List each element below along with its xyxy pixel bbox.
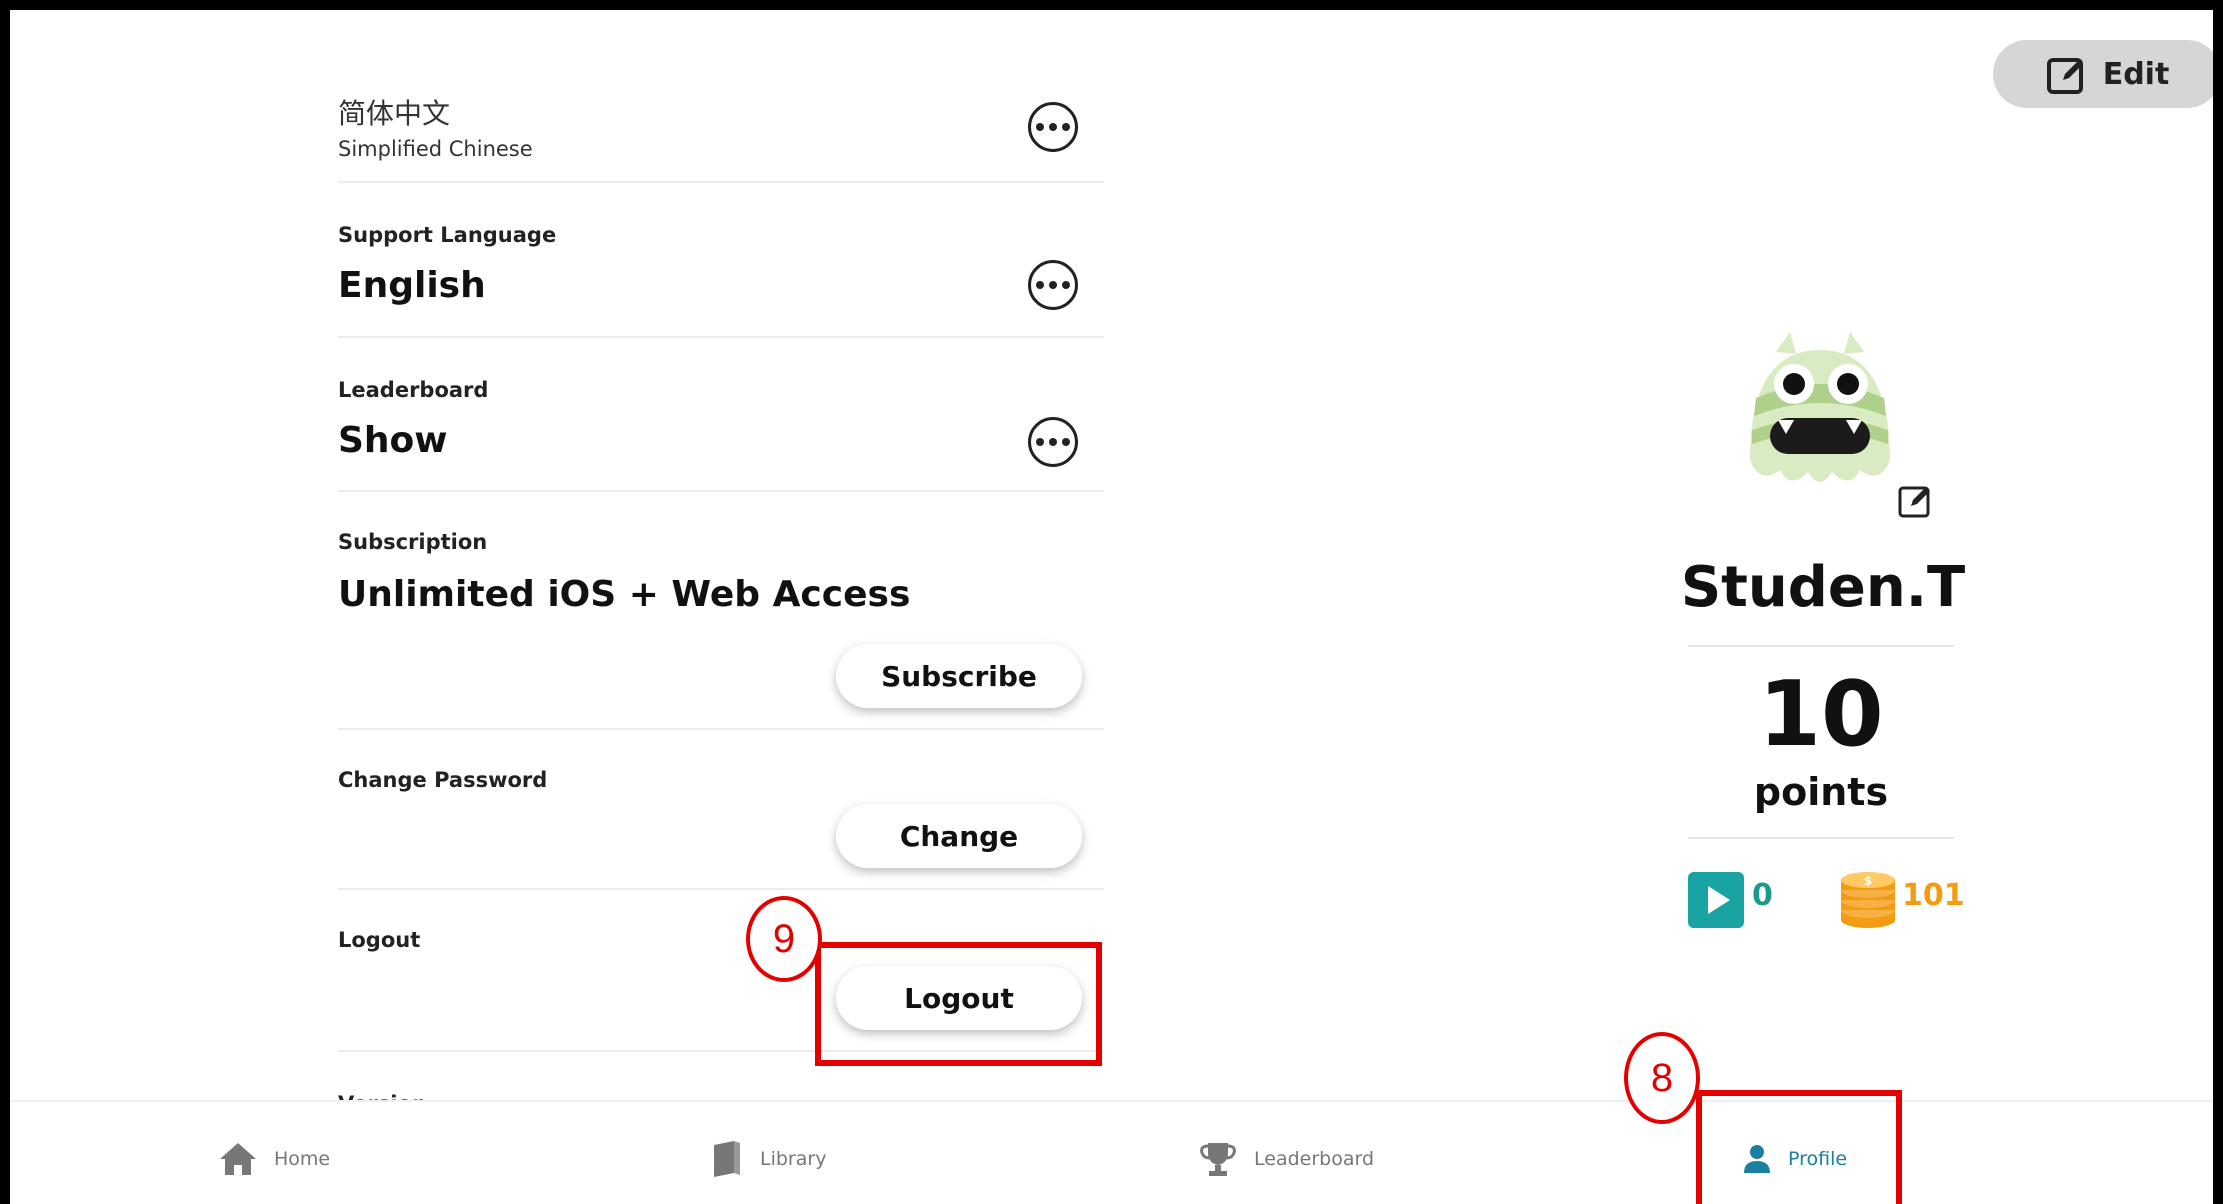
setting-subscription: Subscription Unlimited iOS + Web Access … <box>338 492 1104 730</box>
change-button[interactable]: Change <box>836 804 1082 868</box>
subscribe-button[interactable]: Subscribe <box>836 644 1082 708</box>
change-password-label: Change Password <box>338 768 548 792</box>
language-sub: Simplified Chinese <box>338 137 533 161</box>
annotation-box-logout <box>815 942 1102 1066</box>
setting-change-password: Change Password Change <box>338 730 1104 890</box>
username: Studen.T <box>1680 555 1966 620</box>
trophy-icon <box>1200 1143 1236 1176</box>
support-language-label: Support Language <box>338 223 557 247</box>
nav-leaderboard[interactable]: Leaderboard <box>1198 1102 1374 1204</box>
points-label: points <box>1753 770 1889 814</box>
nav-home[interactable]: Home <box>218 1102 330 1204</box>
points-value: 10 <box>1758 662 1884 767</box>
play-icon <box>1688 872 1744 928</box>
pencil-square-icon <box>1898 486 1930 518</box>
nav-library-label: Library <box>760 1148 827 1170</box>
nav-leaderboard-label: Leaderboard <box>1254 1148 1375 1170</box>
book-icon <box>714 1141 740 1177</box>
setting-language: 简体中文 Simplified Chinese <box>338 10 1104 183</box>
logout-label: Logout <box>338 928 421 952</box>
edit-button[interactable]: Edit <box>1993 40 2213 108</box>
leaderboard-more-button[interactable] <box>1028 417 1078 467</box>
leaderboard-value: Show <box>338 420 448 461</box>
support-language-value: English <box>338 265 486 306</box>
videos-count: 0 <box>1752 878 1773 913</box>
leaderboard-label: Leaderboard <box>338 378 489 402</box>
setting-leaderboard: Leaderboard Show <box>338 338 1104 492</box>
support-language-more-button[interactable] <box>1028 260 1078 310</box>
annotation-box-profile <box>1696 1090 1902 1204</box>
setting-support-language: Support Language English <box>338 183 1104 338</box>
divider <box>1688 837 1954 839</box>
home-icon <box>220 1143 256 1175</box>
divider <box>1688 645 1954 647</box>
annotation-circle-8: 8 <box>1624 1032 1700 1124</box>
subscription-value: Unlimited iOS + Web Access <box>338 574 911 615</box>
coin-stack-icon: $ <box>1841 872 1895 928</box>
pencil-square-icon <box>2046 58 2083 94</box>
monster-avatar[interactable] <box>1720 310 1920 510</box>
coins-count: 101 <box>1902 878 1965 913</box>
annotation-circle-9: 9 <box>746 896 822 982</box>
settings-list: 简体中文 Simplified Chinese Support Language… <box>338 10 1104 1100</box>
avatar-edit-button[interactable] <box>1896 480 1936 520</box>
language-more-button[interactable] <box>1028 102 1078 152</box>
nav-home-label: Home <box>274 1148 331 1170</box>
subscription-label: Subscription <box>338 530 488 554</box>
svg-text:$: $ <box>1864 874 1872 888</box>
nav-library[interactable]: Library <box>710 1102 826 1204</box>
language-value: 简体中文 <box>338 97 451 130</box>
edit-label: Edit <box>2102 56 2170 92</box>
version-label: Version <box>338 1092 427 1100</box>
app-window: Edit 简体中文 Simplified Chinese Support Lan… <box>0 0 2223 1204</box>
